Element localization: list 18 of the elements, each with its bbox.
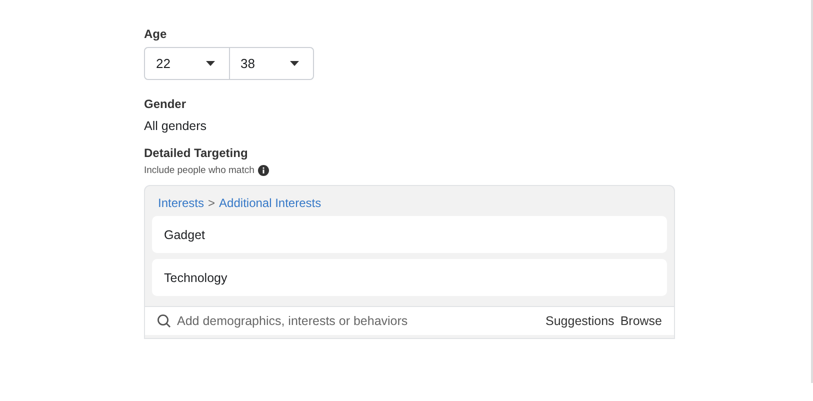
age-max-dropdown[interactable]: 38 xyxy=(228,48,313,79)
gender-value: All genders xyxy=(144,119,208,133)
caret-icon xyxy=(290,61,299,66)
detailed-targeting-label: Detailed Targeting xyxy=(144,146,249,160)
interest-item[interactable]: Gadget xyxy=(152,216,667,253)
action-link[interactable]: Browse xyxy=(620,314,662,328)
hint-text: Include people who match xyxy=(144,165,254,176)
caret-icon xyxy=(206,61,214,66)
breadcrumb-separator: > xyxy=(208,196,216,210)
interest-item[interactable]: Technology xyxy=(152,259,667,296)
info-icon xyxy=(258,165,270,176)
search-field[interactable]: Add demographics, interests or behaviors Suggestions Browse xyxy=(145,306,674,335)
breadcrumb-link[interactable]: Additional Interests xyxy=(219,196,322,210)
age-label: Age xyxy=(144,27,168,41)
search-icon xyxy=(157,314,171,328)
breadcrumb-link[interactable]: Interests xyxy=(158,196,204,210)
gender-label: Gender xyxy=(144,97,188,111)
action-link[interactable]: Suggestions xyxy=(546,314,614,328)
